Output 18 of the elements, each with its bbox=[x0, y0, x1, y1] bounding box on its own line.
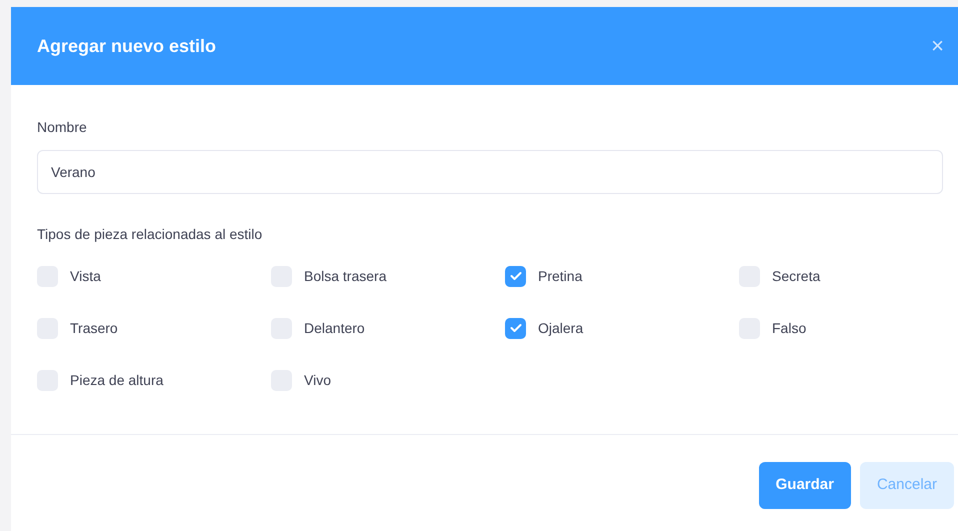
checkbox-option[interactable]: Vista bbox=[37, 265, 101, 287]
checkbox-option[interactable]: Falso bbox=[739, 317, 806, 339]
checkbox-option[interactable]: Trasero bbox=[37, 317, 118, 339]
check-icon bbox=[510, 323, 522, 333]
dialog-title: Agregar nuevo estilo bbox=[37, 34, 216, 58]
checkbox-option[interactable]: Vivo bbox=[271, 369, 331, 391]
checkbox[interactable] bbox=[505, 266, 526, 286]
field-label: Nombre bbox=[37, 118, 88, 137]
check-icon bbox=[510, 271, 522, 281]
checkbox-option[interactable]: Secreta bbox=[739, 265, 820, 287]
name-input-field[interactable]: Verano bbox=[37, 150, 943, 194]
checkbox-option[interactable]: Bolsa trasera bbox=[271, 265, 386, 287]
section-label: Tipos de pieza relacionadas al estilo bbox=[37, 225, 264, 244]
checkbox-option[interactable]: Pretina bbox=[505, 265, 582, 287]
checkbox-option[interactable]: Ojalera bbox=[505, 317, 584, 339]
checkbox[interactable] bbox=[505, 318, 526, 338]
checkbox-option[interactable]: Delantero bbox=[271, 317, 365, 339]
checkbox-option[interactable]: Pieza de altura bbox=[37, 369, 164, 391]
